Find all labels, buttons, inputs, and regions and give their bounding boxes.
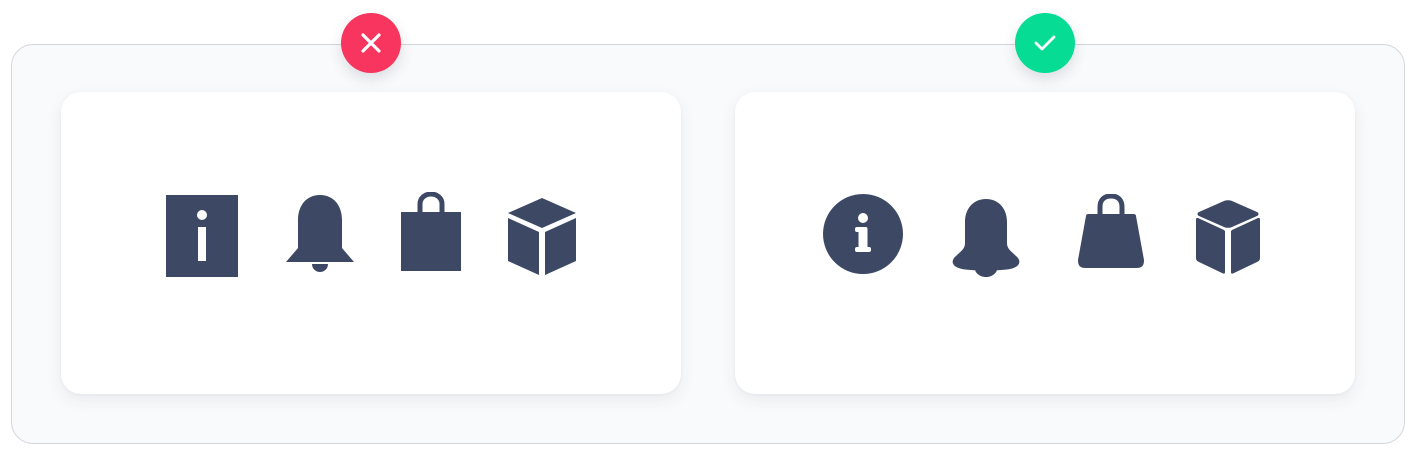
comparison-illustration [0,0,1427,457]
info-icon [823,194,903,274]
info-icon [166,195,238,277]
correct-example-card [735,92,1355,394]
box-icon [508,198,576,275]
bell-icon [286,195,354,272]
check-icon [1034,35,1056,51]
shopping-bag-icon [401,192,461,271]
shopping-bag-icon [1078,194,1144,268]
incorrect-badge [341,13,401,73]
correct-badge [1015,13,1075,73]
box-icon [1196,200,1260,274]
bell-icon [952,199,1020,277]
incorrect-example-card [61,92,681,394]
x-icon [361,33,381,53]
